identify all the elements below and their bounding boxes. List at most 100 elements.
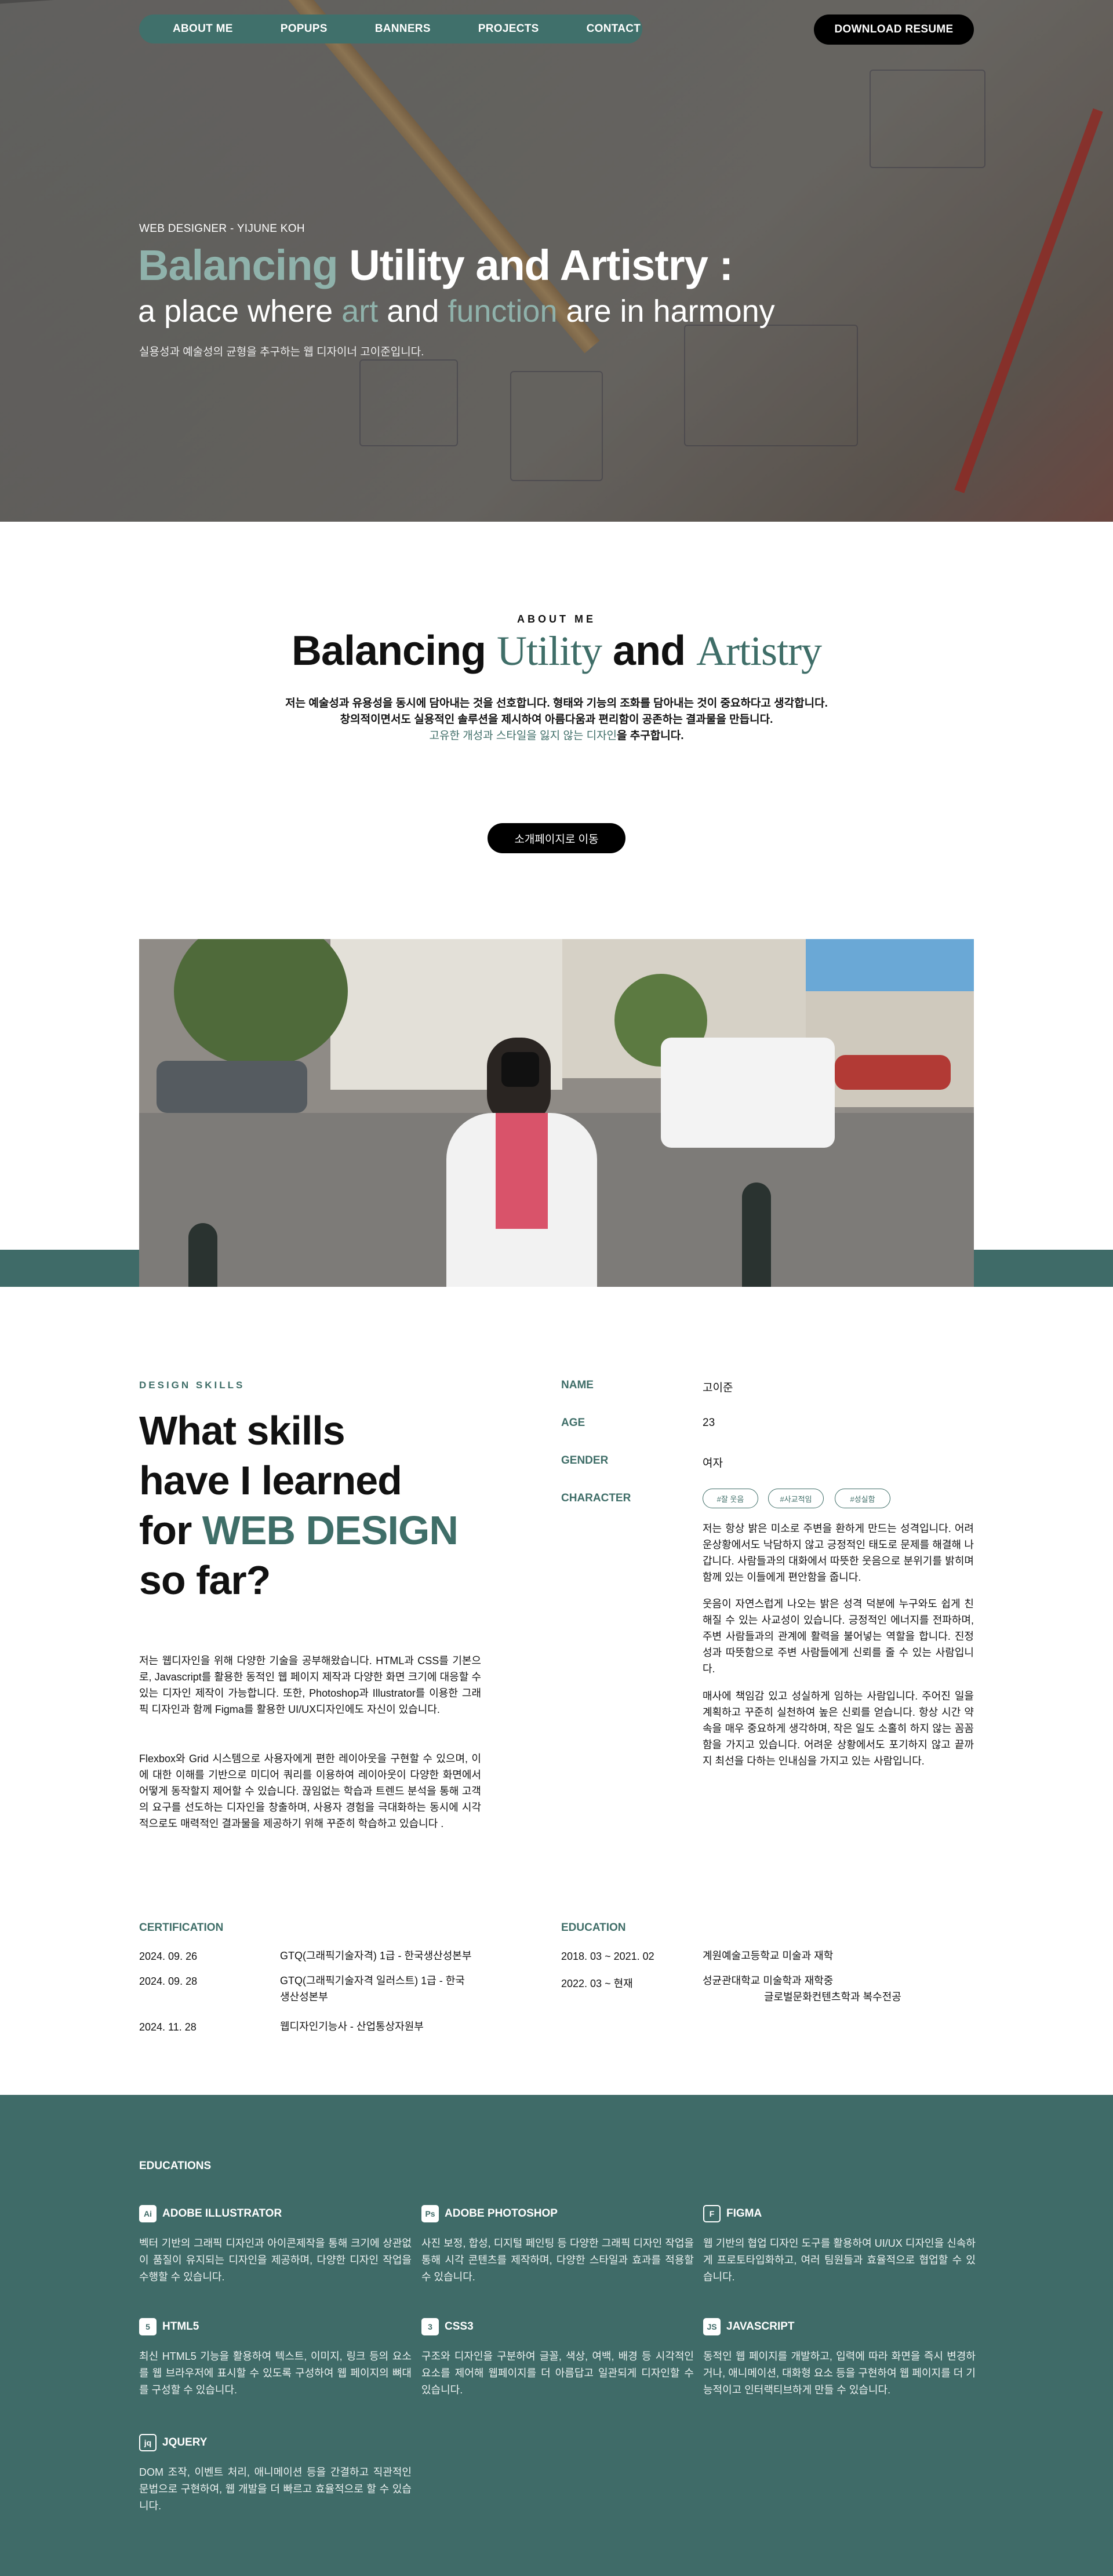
- character-label: CHARACTER: [561, 1492, 631, 1504]
- education-text: 성균관대학교 미술학과 재학중: [703, 1975, 834, 1986]
- about-paragraph: 고유한 개성과 스타일을 잃지 않는 디자인을 추구합니다.: [0, 728, 1113, 744]
- download-resume-button[interactable]: DOWNLOAD RESUME: [814, 14, 974, 45]
- about-paragraph: 창의적이면서도 실용적인 솔루션을 제시하여 아름다움과 편리함이 공존하는 결…: [340, 714, 773, 726]
- hero-tagline-text: are in harmony: [557, 294, 775, 329]
- tool-description: 웹 기반의 협업 디자인 도구를 활용하여 UI/UX 디자인을 신속하게 프로…: [703, 2237, 976, 2283]
- intro-page-button[interactable]: 소개페이지로 이동: [488, 823, 625, 853]
- tool-card-javascript: JS JAVASCRIPT 동적인 웹 페이지를 개발하고, 입력에 따라 화면을…: [703, 2318, 976, 2399]
- skills-title-text: for: [139, 1508, 202, 1553]
- about-title: Balancing Utility and Artistry: [0, 627, 1113, 675]
- tool-description: 동적인 웹 페이지를 개발하고, 입력에 따라 화면을 즉시 변경하거나, 애니…: [703, 2351, 976, 2396]
- character-paragraph: 웃음이 자연스럽게 나오는 밝은 성격 덕분에 누구와도 쉽게 친해질 수 있는…: [703, 1598, 974, 1675]
- hero-tagline: a place where art and function are in ha…: [138, 293, 775, 329]
- hero-tagline-art: art: [341, 294, 379, 329]
- tool-description: 사진 보정, 합성, 디지털 페인팅 등 다양한 그래픽 디자인 작업을 통해 …: [421, 2237, 694, 2283]
- tool-card-html5: 5 HTML5 최신 HTML5 기능을 활용하여 텍스트, 이미지, 링크 등의…: [139, 2318, 412, 2399]
- javascript-icon: JS: [703, 2318, 721, 2335]
- education-date: 2022. 03 ~ 현재: [561, 1978, 633, 1989]
- tool-name: JAVASCRIPT: [726, 2320, 795, 2333]
- hero-title: Balancing Utility and Artistry :: [138, 241, 733, 290]
- skills-paragraph: Flexbox와 Grid 시스템으로 사용자에게 편한 레이아웃을 구현할 수…: [139, 1753, 481, 1829]
- tool-name: ADOBE ILLUSTRATOR: [162, 2207, 282, 2220]
- about-title-text: Balancing: [291, 628, 497, 674]
- nav-banners[interactable]: BANNERS: [375, 23, 431, 35]
- cert-date: 2024. 11. 28: [139, 2021, 197, 2033]
- skills-title: What skills have I learned for WEB DESIG…: [139, 1406, 510, 1605]
- nav-about-me[interactable]: ABOUT ME: [173, 23, 233, 35]
- jquery-icon: jq: [139, 2434, 157, 2451]
- tool-description: DOM 조작, 이벤트 처리, 애니메이션 등을 간결하고 직관적인 문법으로 …: [139, 2466, 412, 2512]
- hero-section: ABOUT ME POPUPS BANNERS PROJECTS CONTACT…: [0, 0, 1113, 522]
- photo-van: [661, 1038, 835, 1148]
- skills-title-line: for WEB DESIGN: [139, 1505, 510, 1555]
- gender-value: 여자: [703, 1457, 723, 1469]
- character-tag: #성실함: [835, 1489, 890, 1508]
- tool-description: 최신 HTML5 기능을 활용하여 텍스트, 이미지, 링크 등의 요소를 웹 …: [139, 2351, 412, 2396]
- name-label: NAME: [561, 1379, 594, 1391]
- cert-date: 2024. 09. 28: [139, 1975, 198, 1987]
- hero-title-accent: Balancing: [138, 241, 339, 289]
- tool-header: F FIGMA: [703, 2205, 976, 2222]
- character-paragraph: 저는 항상 밝은 미소로 주변을 환하게 만드는 성격입니다. 어려운상황에서도…: [703, 1523, 974, 1583]
- hero-tagline-text: and: [378, 294, 448, 329]
- tool-description: 벡터 기반의 그래픽 디자인과 아이콘제작을 통해 크기에 상관없이 품질이 유…: [139, 2237, 412, 2283]
- cert-text: GTQ(그래픽기술자격) 1급 - 한국생산성본부: [280, 1950, 472, 1962]
- skills-paragraph: 저는 웹디자인을 위해 다양한 기술을 공부해왔습니다. HTML과 CSS를 …: [139, 1655, 481, 1715]
- photoshop-icon: Ps: [421, 2205, 439, 2222]
- about-eyebrow: ABOUT ME: [517, 613, 596, 625]
- photo-car: [157, 1061, 307, 1113]
- photo-tree: [174, 939, 348, 1067]
- nav-projects[interactable]: PROJECTS: [478, 23, 539, 35]
- tool-card-jquery: jq JQUERY DOM 조작, 이벤트 처리, 애니메이션 등을 간결하고 직…: [139, 2434, 412, 2515]
- nav-popups[interactable]: POPUPS: [281, 23, 328, 35]
- figma-icon: F: [703, 2205, 721, 2222]
- tool-name: ADOBE PHOTOSHOP: [445, 2207, 558, 2220]
- photo-bollard: [188, 1223, 217, 1287]
- educations-section: EDUCATIONS Ai ADOBE ILLUSTRATOR 벡터 기반의 그래…: [0, 2095, 1113, 2576]
- education-text: 글로벌문화컨텐츠학과 복수전공: [764, 1991, 901, 2003]
- about-title-artistry: Artistry: [696, 628, 822, 674]
- age-value: 23: [703, 1417, 715, 1429]
- cert-text: 웹디자인기능사 - 산업통상자원부: [280, 2021, 424, 2032]
- hero-tagline-function: function: [448, 294, 558, 329]
- education-text: 계원예술고등학교 미술과 재학: [703, 1950, 834, 1962]
- tool-header: Ps ADOBE PHOTOSHOP: [421, 2205, 694, 2222]
- cert-text: GTQ(그래픽기술자격 일러스트) 1급 - 한국생산성본부: [280, 1975, 465, 2003]
- tool-card-figma: F FIGMA 웹 기반의 협업 디자인 도구를 활용하여 UI/UX 디자인을 …: [703, 2205, 976, 2286]
- age-label: AGE: [561, 1417, 585, 1429]
- photo-bollard: [742, 1183, 771, 1287]
- tool-description: 구조와 디자인을 구분하여 글꼴, 색상, 여백, 배경 등 시각적인 요소를 …: [421, 2351, 694, 2396]
- nav-contact[interactable]: CONTACT: [587, 23, 641, 35]
- tool-header: jq JQUERY: [139, 2434, 412, 2451]
- tool-header: JS JAVASCRIPT: [703, 2318, 976, 2335]
- tool-card-photoshop: Ps ADOBE PHOTOSHOP 사진 보정, 합성, 디지털 페인팅 등 다…: [421, 2205, 694, 2286]
- tool-card-css3: 3 CSS3 구조와 디자인을 구분하여 글꼴, 색상, 여백, 배경 등 시각적…: [421, 2318, 694, 2399]
- main-nav: ABOUT ME POPUPS BANNERS PROJECTS CONTACT: [139, 14, 642, 43]
- hero-description: 실용성과 예술성의 균형을 추구하는 웹 디자이너 고이준입니다.: [139, 346, 424, 358]
- education-heading: EDUCATION: [561, 1922, 626, 1934]
- skills-title-accent: WEB DESIGN: [202, 1508, 459, 1553]
- education-date: 2018. 03 ~ 2021. 02: [561, 1951, 654, 1962]
- tool-card-illustrator: Ai ADOBE ILLUSTRATOR 벡터 기반의 그래픽 디자인과 아이콘제…: [139, 2205, 412, 2286]
- photo-car: [835, 1055, 951, 1090]
- gender-label: GENDER: [561, 1454, 609, 1467]
- certification-heading: CERTIFICATION: [139, 1922, 224, 1934]
- hero-title-rest: Utility and Artistry :: [337, 241, 733, 289]
- tool-header: 5 HTML5: [139, 2318, 412, 2335]
- character-tag: #사교적임: [768, 1489, 824, 1508]
- illustrator-icon: Ai: [139, 2205, 157, 2222]
- about-paragraph: 저는 예술성과 유용성을 동시에 담아내는 것을 선호합니다. 형태와 기능의 …: [285, 697, 828, 710]
- photo-person-top: [496, 1113, 548, 1229]
- about-description: 저는 예술성과 유용성을 동시에 담아내는 것을 선호합니다. 형태와 기능의 …: [0, 696, 1113, 744]
- tool-header: 3 CSS3: [421, 2318, 694, 2335]
- character-paragraph: 매사에 책임감 있고 성실하게 임하는 사람입니다. 주어진 일을 계획하고 꾸…: [703, 1690, 974, 1767]
- tool-header: Ai ADOBE ILLUSTRATOR: [139, 2205, 412, 2222]
- about-accent-text: 고유한 개성과 스타일을 잃지 않는 디자인: [429, 730, 617, 742]
- about-title-text: and: [602, 628, 697, 674]
- hero-tagline-text: a place where: [138, 294, 342, 329]
- about-title-utility: Utility: [497, 628, 602, 674]
- html5-icon: 5: [139, 2318, 157, 2335]
- name-value: 고이준: [703, 1382, 733, 1394]
- tool-name: CSS3: [445, 2320, 474, 2333]
- profile-photo: [139, 939, 974, 1287]
